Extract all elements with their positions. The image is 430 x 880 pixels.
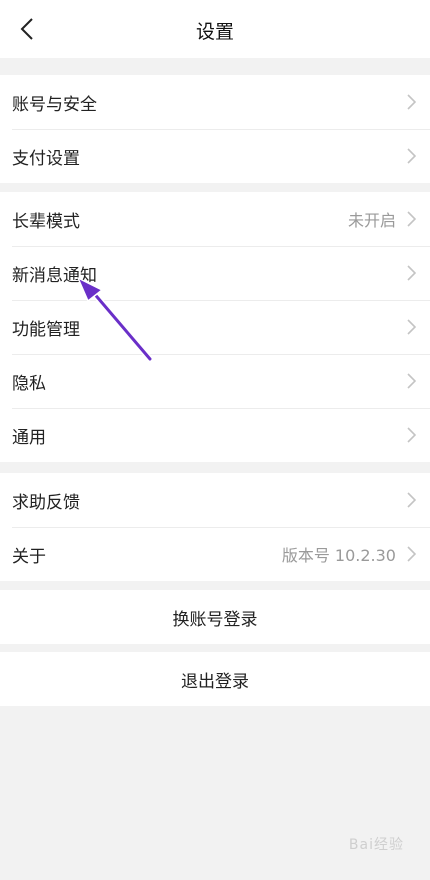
chevron-right-icon [407,265,416,281]
row-label: 支付设置 [12,148,80,169]
chevron-right-icon [407,94,416,110]
row-label: 关于 [12,546,46,567]
page-title: 设置 [195,21,234,43]
settings-group-account: 账号与安全 支付设置 [0,75,430,183]
row-label: 隐私 [12,373,46,394]
chevron-right-icon [407,373,416,389]
watermark: Bai经验 [348,837,404,853]
row-label: 长辈模式 [12,211,80,232]
version-value: 版本号 10.2.30 [281,546,396,565]
row-label: 新消息通知 [12,265,97,286]
row-help-feedback[interactable]: 求助反馈 [0,473,430,527]
chevron-right-icon [407,492,416,508]
row-payment-settings[interactable]: 支付设置 [0,129,430,183]
row-general[interactable]: 通用 [0,408,430,462]
settings-group-support: 求助反馈 关于 版本号 10.2.30 [0,473,430,581]
chevron-right-icon [407,546,416,562]
logout-button[interactable]: 退出登录 [0,652,430,706]
chevron-right-icon [407,319,416,335]
chevron-right-icon [407,211,416,227]
row-elder-mode[interactable]: 长辈模式 未开启 [0,192,430,246]
row-feature-management[interactable]: 功能管理 [0,300,430,354]
chevron-right-icon [407,427,416,443]
row-label: 账号与安全 [12,94,97,115]
settings-group-general: 长辈模式 未开启 新消息通知 功能管理 隐私 通用 [0,192,430,462]
header-bar: 设置 [0,0,430,58]
switch-account-button[interactable]: 换账号登录 [0,590,430,644]
row-about[interactable]: 关于 版本号 10.2.30 [0,527,430,581]
row-label: 功能管理 [12,319,80,340]
row-label: 通用 [12,427,46,448]
row-value: 未开启 [347,211,396,230]
row-new-message-notification[interactable]: 新消息通知 [0,246,430,300]
row-privacy[interactable]: 隐私 [0,354,430,408]
row-label: 求助反馈 [12,492,80,513]
chevron-right-icon [407,148,416,164]
row-account-security[interactable]: 账号与安全 [0,75,430,129]
